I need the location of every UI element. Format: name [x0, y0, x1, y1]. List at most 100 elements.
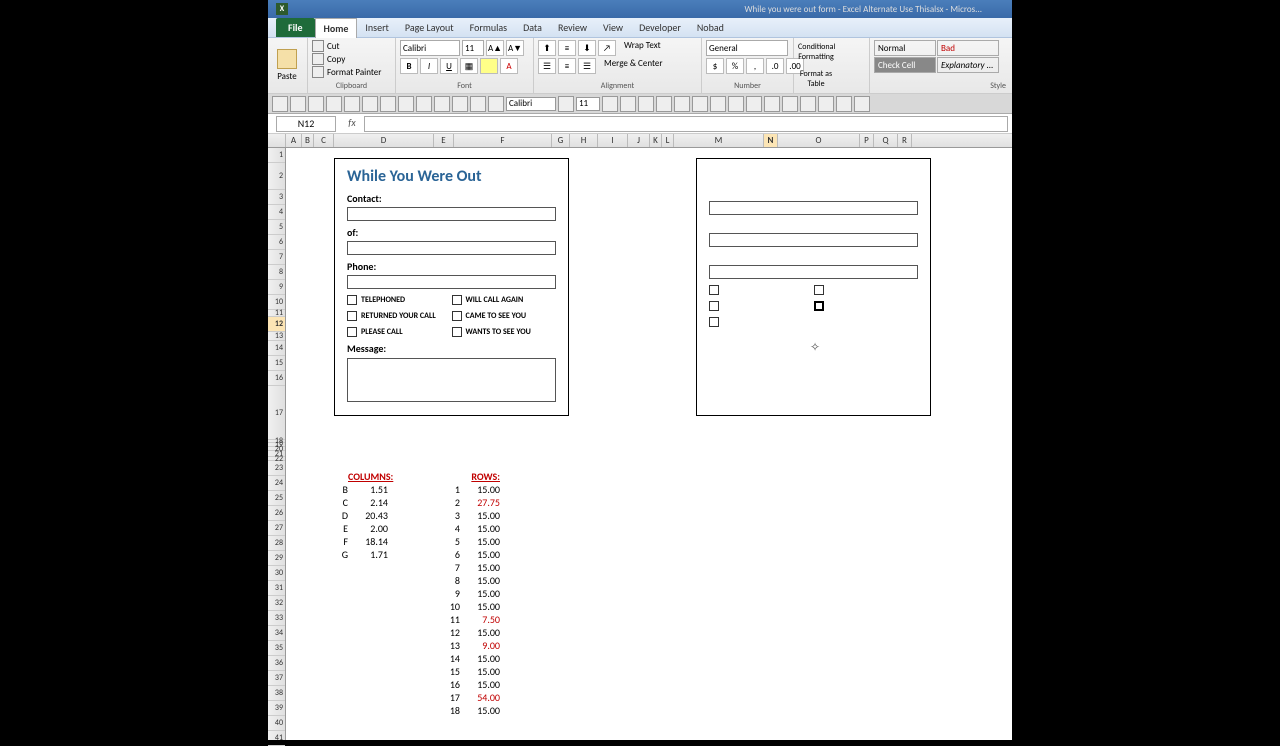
checkbox-wants-to-see[interactable]: [452, 327, 462, 337]
row-header[interactable]: 12: [268, 317, 285, 332]
tab-review[interactable]: Review: [550, 18, 595, 37]
qat-font-select[interactable]: [506, 97, 556, 111]
qat-button[interactable]: [656, 96, 672, 112]
tab-developer[interactable]: Developer: [631, 18, 689, 37]
increase-decimal-button[interactable]: .0: [766, 58, 784, 74]
qat-button[interactable]: [710, 96, 726, 112]
column-header[interactable]: H: [570, 134, 598, 147]
column-header[interactable]: E: [434, 134, 454, 147]
row-header[interactable]: 36: [268, 656, 285, 671]
qat-button[interactable]: [674, 96, 690, 112]
name-box[interactable]: N12: [276, 116, 336, 132]
qat-button[interactable]: [620, 96, 636, 112]
decrease-font-button[interactable]: A▼: [506, 40, 524, 56]
qat-button[interactable]: [344, 96, 360, 112]
qat-button[interactable]: [746, 96, 762, 112]
align-bottom-button[interactable]: ⬇: [578, 40, 596, 56]
row-header[interactable]: 37: [268, 671, 285, 686]
tab-insert[interactable]: Insert: [357, 18, 397, 37]
row-header[interactable]: 31: [268, 581, 285, 596]
qat-button[interactable]: [728, 96, 744, 112]
row-header[interactable]: 4: [268, 205, 285, 220]
column-header[interactable]: C: [314, 134, 334, 147]
qat-button[interactable]: [362, 96, 378, 112]
row-header[interactable]: 26: [268, 506, 285, 521]
tab-home[interactable]: Home: [315, 18, 358, 38]
style-check-cell[interactable]: Check Cell: [874, 57, 936, 73]
input-phone[interactable]: [347, 275, 556, 289]
input-contact-2[interactable]: [709, 201, 918, 215]
column-header[interactable]: I: [598, 134, 628, 147]
qat-button[interactable]: [638, 96, 654, 112]
row-header[interactable]: 28: [268, 536, 285, 551]
tab-file[interactable]: File: [276, 18, 315, 37]
align-left-button[interactable]: ☰: [538, 58, 556, 74]
qat-button[interactable]: [470, 96, 486, 112]
increase-font-button[interactable]: A▲: [486, 40, 504, 56]
align-center-button[interactable]: ≡: [558, 58, 576, 74]
column-header[interactable]: O: [778, 134, 860, 147]
tab-formulas[interactable]: Formulas: [462, 18, 515, 37]
style-normal[interactable]: Normal: [874, 40, 936, 56]
border-button[interactable]: ▦: [460, 58, 478, 74]
row-header[interactable]: 30: [268, 566, 285, 581]
qat-button[interactable]: [558, 96, 574, 112]
font-size-select[interactable]: [462, 40, 484, 56]
row-header[interactable]: 9: [268, 280, 285, 295]
row-header[interactable]: 25: [268, 491, 285, 506]
merge-center-button[interactable]: Merge & Center: [604, 58, 663, 74]
row-header[interactable]: 5: [268, 220, 285, 235]
row-header[interactable]: 13: [268, 332, 285, 341]
row-header[interactable]: 33: [268, 611, 285, 626]
row-header[interactable]: 27: [268, 521, 285, 536]
align-right-button[interactable]: ☰: [578, 58, 596, 74]
checkbox-2-2[interactable]: [814, 285, 824, 295]
bold-button[interactable]: B: [400, 58, 418, 74]
qat-button[interactable]: [416, 96, 432, 112]
row-header[interactable]: 14: [268, 341, 285, 356]
row-header[interactable]: 39: [268, 701, 285, 716]
underline-button[interactable]: U: [440, 58, 458, 74]
tab-page-layout[interactable]: Page Layout: [397, 18, 462, 37]
qat-button[interactable]: [452, 96, 468, 112]
fill-color-button[interactable]: [480, 58, 498, 74]
row-header[interactable]: 8: [268, 265, 285, 280]
qat-button[interactable]: [800, 96, 816, 112]
column-header[interactable]: B: [302, 134, 314, 147]
percent-button[interactable]: %: [726, 58, 744, 74]
qat-button[interactable]: [434, 96, 450, 112]
align-middle-button[interactable]: ≡: [558, 40, 576, 56]
row-header[interactable]: 7: [268, 250, 285, 265]
row-header[interactable]: 23: [268, 461, 285, 476]
checkbox-came-to-see[interactable]: [452, 311, 462, 321]
format-painter-button[interactable]: Format Painter: [327, 67, 381, 78]
fx-button[interactable]: fx: [344, 116, 360, 132]
style-explanatory[interactable]: Explanatory ...: [937, 57, 999, 73]
row-header[interactable]: 41: [268, 731, 285, 746]
qat-button[interactable]: [488, 96, 504, 112]
column-header[interactable]: P: [860, 134, 874, 147]
row-header[interactable]: 17: [268, 386, 285, 440]
align-top-button[interactable]: ⬆: [538, 40, 556, 56]
row-header[interactable]: 11: [268, 310, 285, 317]
column-header[interactable]: G: [552, 134, 570, 147]
checkbox-telephoned[interactable]: [347, 295, 357, 305]
row-header[interactable]: 3: [268, 190, 285, 205]
column-header[interactable]: N: [764, 134, 778, 147]
row-header[interactable]: 16: [268, 371, 285, 386]
qat-button[interactable]: [308, 96, 324, 112]
qat-button[interactable]: [692, 96, 708, 112]
qat-button[interactable]: [782, 96, 798, 112]
input-of-2[interactable]: [709, 233, 918, 247]
orientation-button[interactable]: ↗: [598, 40, 616, 56]
font-name-select[interactable]: [400, 40, 460, 56]
checkbox-please-call[interactable]: [347, 327, 357, 337]
input-contact[interactable]: [347, 207, 556, 221]
column-header[interactable]: K: [650, 134, 662, 147]
qat-button[interactable]: [836, 96, 852, 112]
checkbox-2-1[interactable]: [709, 285, 719, 295]
row-header[interactable]: 40: [268, 716, 285, 731]
format-as-table-button[interactable]: Format as Table: [798, 69, 834, 89]
input-message[interactable]: [347, 358, 556, 402]
row-header[interactable]: 38: [268, 686, 285, 701]
